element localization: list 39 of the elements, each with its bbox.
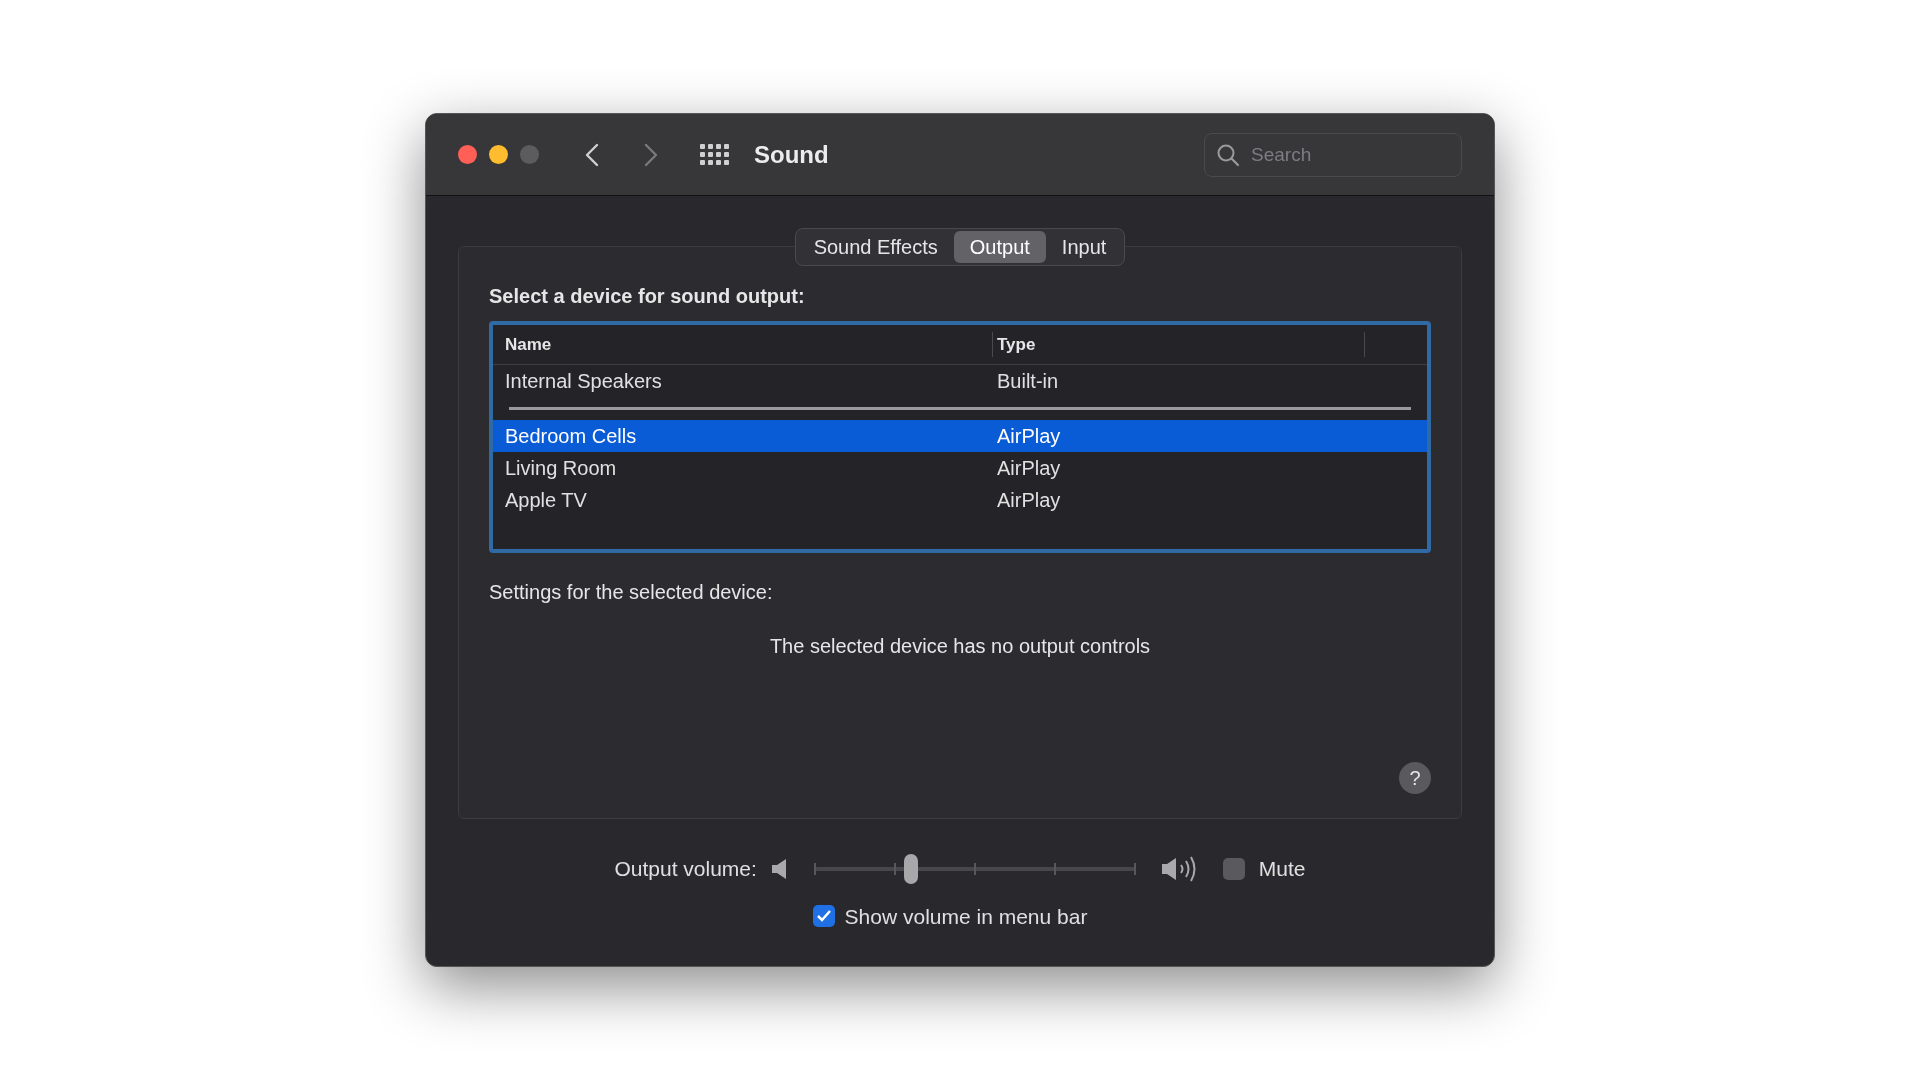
- speaker-loud-icon: [1160, 854, 1197, 883]
- device-row[interactable]: Apple TV AirPlay: [493, 484, 1427, 516]
- device-type: AirPlay: [996, 456, 1061, 481]
- column-header[interactable]: Type: [993, 331, 1365, 358]
- no-controls-message: The selected device has no output controls: [769, 634, 1151, 659]
- menu-bar-label: Show volume in menu bar: [844, 903, 1088, 930]
- column-header[interactable]: Name: [493, 331, 993, 358]
- close-button[interactable]: [458, 145, 477, 164]
- device-name: Living Room: [504, 456, 618, 481]
- device-type: AirPlay: [996, 488, 1061, 513]
- help-button[interactable]: ?: [1399, 762, 1431, 794]
- slider-thumb[interactable]: [903, 853, 918, 884]
- output-volume-label: Output volume:: [614, 856, 757, 882]
- settings-label: Settings for the selected device:: [489, 580, 774, 605]
- check-icon: [816, 910, 831, 923]
- device-row[interactable]: Living Room AirPlay: [493, 452, 1427, 484]
- device-row[interactable]: Bedroom Cells AirPlay: [493, 420, 1427, 452]
- search-icon: [1216, 142, 1240, 167]
- device-row[interactable]: Internal Speakers Built-in: [493, 365, 1427, 397]
- tab[interactable]: Sound Effects: [797, 231, 954, 263]
- speaker-icon: [770, 857, 789, 880]
- mute-label: Mute: [1258, 856, 1306, 882]
- mute-checkbox[interactable]: [1222, 857, 1245, 880]
- device-type: AirPlay: [996, 424, 1061, 449]
- tab[interactable]: Input: [1045, 231, 1123, 263]
- forward-icon[interactable]: [644, 142, 658, 167]
- search-field[interactable]: Search: [1204, 132, 1462, 177]
- window-title: Sound: [754, 139, 829, 170]
- device-name: Bedroom Cells: [504, 424, 638, 449]
- tab[interactable]: Output: [953, 231, 1046, 263]
- device-type: Built-in: [996, 369, 1059, 394]
- grid-icon[interactable]: [700, 143, 730, 166]
- minimize-button[interactable]: [489, 145, 508, 164]
- volume-slider[interactable]: [814, 853, 1135, 884]
- back-icon[interactable]: [585, 142, 599, 167]
- list-heading: Select a device for sound output:: [489, 284, 806, 309]
- device-name: Internal Speakers: [504, 369, 663, 394]
- menu-bar-checkbox[interactable]: [812, 905, 835, 928]
- device-name: Apple TV: [504, 488, 588, 513]
